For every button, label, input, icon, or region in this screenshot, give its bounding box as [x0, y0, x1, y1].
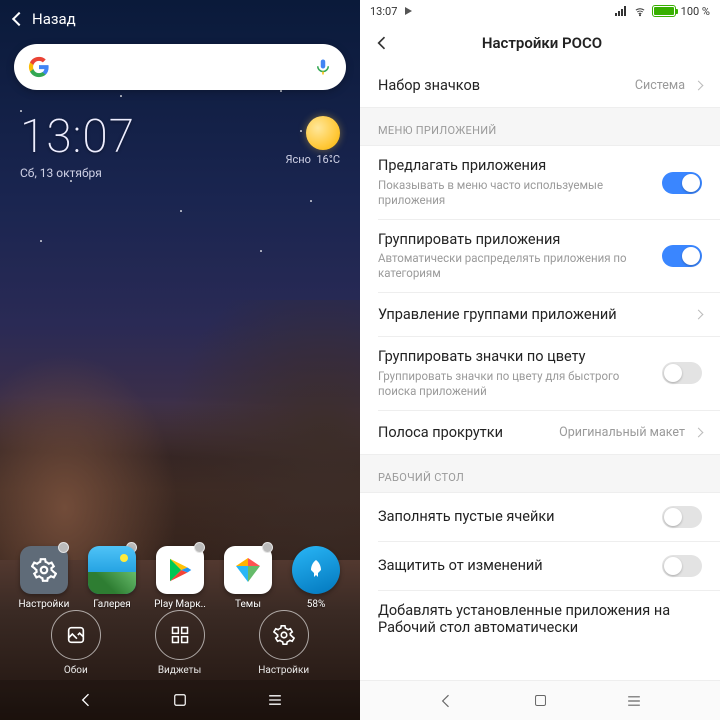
row-auto-add[interactable]: Добавлять установленные приложения на Ра…	[360, 591, 720, 648]
edit-toolbar: Обои Виджеты Настройки	[0, 610, 360, 676]
notif-dot-icon	[262, 542, 273, 553]
app-play-store[interactable]: Play Марк..	[150, 546, 210, 610]
row-group-by-color[interactable]: Группировать значки по цветуГруппировать…	[360, 337, 720, 409]
google-logo-icon	[28, 56, 50, 78]
google-search-bar[interactable]	[14, 44, 346, 90]
toggle-suggest[interactable]	[662, 172, 702, 194]
notif-dot-icon	[58, 542, 69, 553]
mic-icon[interactable]	[314, 56, 332, 78]
play-store-icon	[165, 555, 195, 585]
toggle-fill[interactable]	[662, 506, 702, 528]
row-group-apps[interactable]: Группировать приложенияАвтоматически рас…	[360, 220, 720, 292]
signal-icon	[615, 6, 628, 16]
nav-back-icon[interactable]	[76, 690, 96, 710]
header: Настройки POCO	[360, 22, 720, 64]
app-gallery[interactable]: Галерея	[82, 546, 142, 610]
settings-list[interactable]: Набор значков Система МЕНЮ ПРИЛОЖЕНИЙ Пр…	[360, 64, 720, 720]
rocket-icon	[304, 558, 328, 582]
themes-icon	[232, 554, 264, 586]
wallpaper-icon	[65, 624, 87, 646]
row-scrollbar[interactable]: Полоса прокрутки Оригинальный макет	[360, 411, 720, 454]
app-themes[interactable]: Темы	[218, 546, 278, 610]
notif-dot-icon	[194, 542, 205, 553]
nav-bar	[0, 680, 360, 720]
settings-screen: 13:07 100 % Настройки POCO Набор значков…	[360, 0, 720, 720]
row-suggest-apps[interactable]: Предлагать приложенияПоказывать в меню ч…	[360, 146, 720, 218]
clock-time: 13:07	[20, 110, 135, 164]
tool-settings[interactable]: Настройки	[258, 610, 309, 676]
homescreen: Назад 13:07 Сб, 13 октября Ясно 16°C	[0, 0, 360, 720]
wifi-icon	[633, 6, 647, 17]
back-header[interactable]: Назад	[0, 0, 360, 38]
play-store-status-icon	[405, 7, 412, 15]
chevron-right-icon	[694, 310, 704, 320]
clock-date: Сб, 13 октября	[20, 166, 135, 180]
nav-bar	[360, 680, 720, 720]
toggle-group[interactable]	[662, 245, 702, 267]
chevron-right-icon	[694, 81, 704, 91]
row-manage-groups[interactable]: Управление группами приложений	[360, 293, 720, 336]
clock-widget[interactable]: 13:07 Сб, 13 октября	[20, 110, 135, 180]
row-fill-empty[interactable]: Заполнять пустые ячейки	[360, 493, 720, 541]
toggle-lock[interactable]	[662, 555, 702, 577]
battery-icon	[652, 5, 676, 17]
status-time: 13:07	[370, 5, 397, 18]
nav-home-icon[interactable]	[171, 691, 189, 709]
section-app-menu: МЕНЮ ПРИЛОЖЕНИЙ	[360, 107, 720, 146]
tool-wallpaper[interactable]: Обои	[51, 610, 101, 676]
nav-recent-icon[interactable]	[265, 690, 285, 710]
widgets-icon	[170, 625, 190, 645]
toggle-color[interactable]	[662, 362, 702, 384]
weather-widget[interactable]: Ясно 16°C	[286, 116, 341, 166]
sun-icon	[306, 116, 340, 150]
gear-icon	[273, 624, 295, 646]
app-row: Настройки Галерея Play Марк.. Темы 58%	[0, 546, 360, 610]
nav-back-icon[interactable]	[436, 691, 456, 711]
weather-desc: Ясно 16°C	[286, 153, 341, 166]
section-home: РАБОЧИЙ СТОЛ	[360, 454, 720, 493]
page-title: Настройки POCO	[370, 34, 714, 52]
row-lock-layout[interactable]: Защитить от изменений	[360, 542, 720, 590]
app-settings[interactable]: Настройки	[14, 546, 74, 610]
battery-pct: 100 %	[681, 5, 710, 18]
gear-icon	[31, 557, 57, 583]
nav-recent-icon[interactable]	[624, 691, 644, 711]
row-icon-set[interactable]: Набор значков Система	[360, 64, 720, 107]
tool-widgets[interactable]: Виджеты	[155, 610, 205, 676]
status-bar: 13:07 100 %	[360, 0, 720, 22]
app-cleaner[interactable]: 58%	[286, 546, 346, 610]
back-label: Назад	[32, 10, 76, 28]
nav-home-icon[interactable]	[532, 692, 549, 709]
chevron-left-icon	[12, 12, 26, 26]
chevron-right-icon	[694, 427, 704, 437]
